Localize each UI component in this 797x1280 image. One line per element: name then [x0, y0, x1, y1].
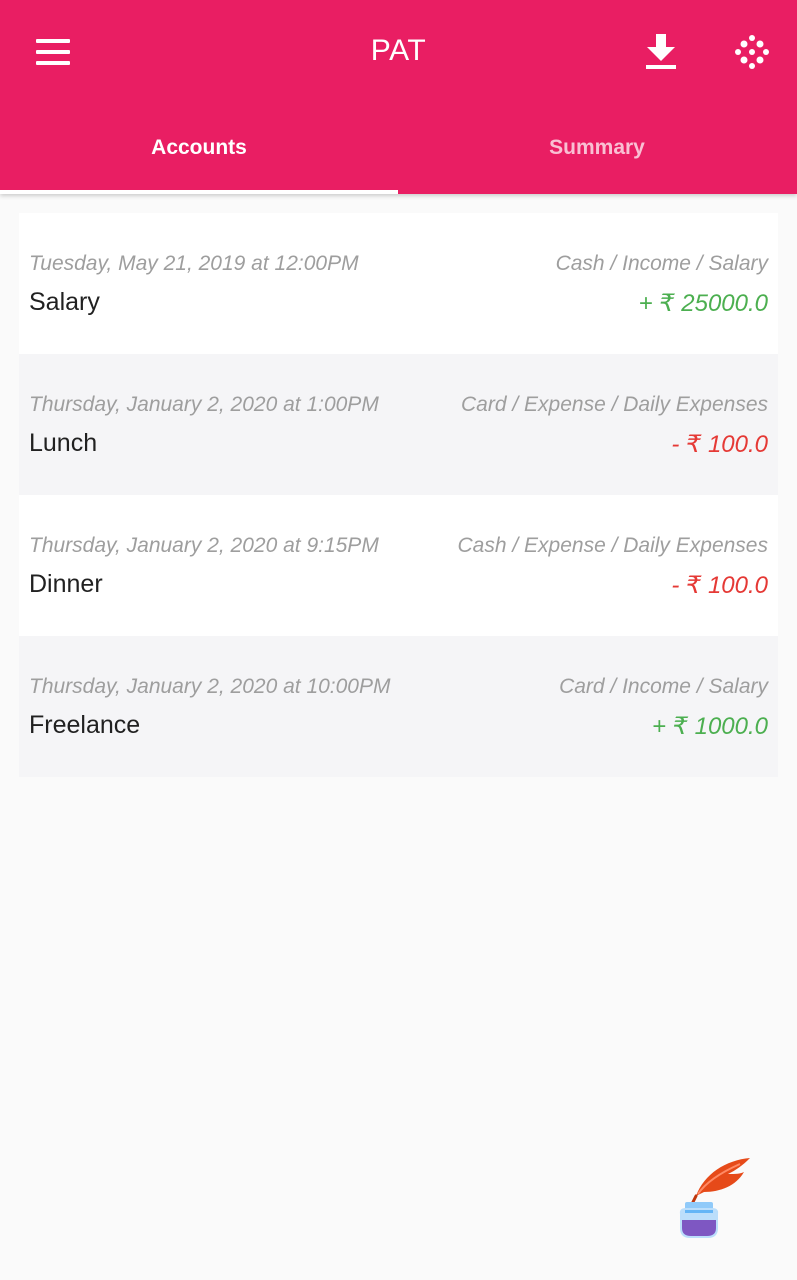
transaction-date: Thursday, January 2, 2020 at 10:00PM	[29, 675, 391, 698]
transaction-category: Cash / Expense / Daily Expenses	[457, 534, 769, 557]
dots-pattern-graphic	[735, 35, 769, 69]
download-icon[interactable]	[644, 34, 678, 70]
app-bar: PAT Accounts Summary	[0, 0, 797, 194]
tab-summary[interactable]: Summary	[398, 104, 796, 194]
transaction-list: Tuesday, May 21, 2019 at 12:00PM Cash / …	[19, 213, 778, 777]
transaction-title: Salary	[29, 288, 100, 316]
transaction-row-freelance[interactable]: Thursday, January 2, 2020 at 10:00PM Car…	[19, 636, 778, 777]
toolbar: PAT	[0, 0, 797, 104]
app-screen: PAT Accounts Summary Tuesday, May 21, 20…	[0, 0, 797, 1280]
transaction-category: Card / Income / Salary	[559, 675, 768, 698]
dots-pattern-icon[interactable]	[735, 35, 769, 69]
transaction-title: Lunch	[29, 429, 98, 457]
transaction-row-dinner[interactable]: Thursday, January 2, 2020 at 9:15PM Cash…	[19, 495, 778, 636]
quill-ink-pot-graphic	[679, 1158, 750, 1238]
transaction-date: Thursday, January 2, 2020 at 1:00PM	[29, 393, 379, 416]
transaction-category: Card / Expense / Daily Expenses	[461, 393, 768, 416]
transaction-row-salary[interactable]: Tuesday, May 21, 2019 at 12:00PM Cash / …	[19, 213, 778, 354]
transaction-date: Thursday, January 2, 2020 at 9:15PM	[29, 534, 379, 557]
transaction-amount: - ₹ 100.0	[671, 572, 768, 599]
download-icon-graphic	[646, 34, 676, 69]
tab-accounts[interactable]: Accounts	[0, 104, 398, 194]
transaction-date: Tuesday, May 21, 2019 at 12:00PM	[29, 252, 359, 275]
transaction-title: Dinner	[29, 570, 103, 598]
quill-ink-pot-icon[interactable]	[670, 1152, 754, 1242]
transaction-amount: + ₹ 25000.0	[638, 290, 768, 317]
tab-accounts-label: Accounts	[151, 136, 247, 159]
transaction-row-lunch[interactable]: Thursday, January 2, 2020 at 1:00PM Card…	[19, 354, 778, 495]
transaction-title: Freelance	[29, 711, 141, 739]
transaction-amount: + ₹ 1000.0	[651, 713, 768, 740]
transaction-category: Cash / Income / Salary	[555, 252, 768, 275]
tab-bar: Accounts Summary	[0, 104, 797, 194]
tab-summary-label: Summary	[549, 136, 645, 159]
active-tab-indicator	[0, 190, 398, 194]
transaction-amount: - ₹ 100.0	[671, 431, 768, 458]
